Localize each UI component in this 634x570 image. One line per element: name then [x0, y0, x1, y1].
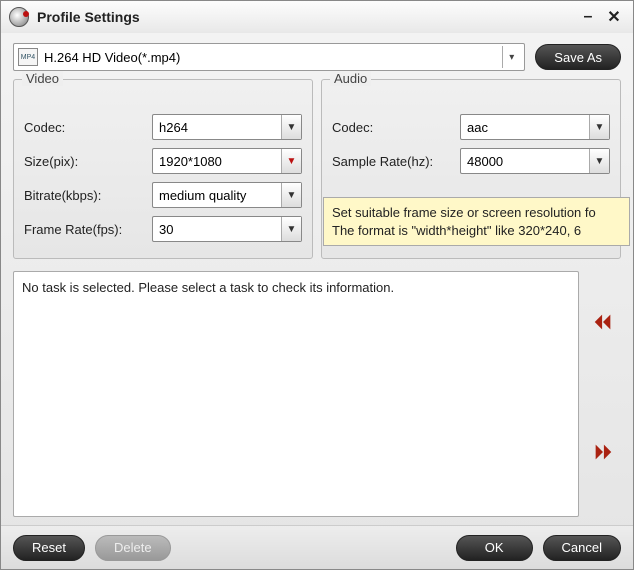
minimize-button[interactable]: – [577, 6, 599, 28]
audio-samplerate-label: Sample Rate(hz): [332, 154, 460, 169]
video-bitrate-label: Bitrate(kbps): [24, 188, 152, 203]
video-size-value: 1920*1080 [159, 154, 281, 169]
audio-codec-label: Codec: [332, 120, 460, 135]
next-button[interactable] [588, 437, 618, 467]
video-codec-select[interactable]: h264 ▼ [152, 114, 302, 140]
double-right-icon [592, 441, 614, 463]
chevron-down-icon: ▼ [589, 115, 609, 139]
audio-codec-select[interactable]: aac ▼ [460, 114, 610, 140]
chevron-down-icon: ▾ [502, 46, 520, 68]
audio-samplerate-value: 48000 [467, 154, 589, 169]
video-group-label: Video [22, 71, 63, 86]
footer: Reset Delete OK Cancel [1, 525, 633, 569]
chevron-down-icon: ▼ [281, 149, 301, 173]
video-codec-label: Codec: [24, 120, 152, 135]
video-framerate-select[interactable]: 30 ▼ [152, 216, 302, 242]
save-as-button[interactable]: Save As [535, 44, 621, 70]
task-info-message: No task is selected. Please select a tas… [22, 280, 394, 295]
audio-codec-value: aac [467, 120, 589, 135]
tooltip-line-2: The format is "width*height" like 320*24… [332, 222, 621, 240]
video-codec-value: h264 [159, 120, 281, 135]
audio-samplerate-select[interactable]: 48000 ▼ [460, 148, 610, 174]
close-button[interactable]: ✕ [603, 6, 625, 28]
video-bitrate-select[interactable]: medium quality ▼ [152, 182, 302, 208]
chevron-down-icon: ▼ [589, 149, 609, 173]
delete-button: Delete [95, 535, 171, 561]
profile-select-value: H.264 HD Video(*.mp4) [44, 50, 502, 65]
profile-select[interactable]: MP4 H.264 HD Video(*.mp4) ▾ [13, 43, 525, 71]
window-title: Profile Settings [37, 9, 140, 25]
previous-button[interactable] [588, 307, 618, 337]
size-tooltip: Set suitable frame size or screen resolu… [323, 197, 630, 246]
app-icon [9, 7, 29, 27]
tooltip-line-1: Set suitable frame size or screen resolu… [332, 204, 621, 222]
ok-button[interactable]: OK [456, 535, 533, 561]
video-framerate-label: Frame Rate(fps): [24, 222, 152, 237]
chevron-down-icon: ▼ [281, 217, 301, 241]
video-size-select[interactable]: 1920*1080 ▼ [152, 148, 302, 174]
double-left-icon [592, 311, 614, 333]
cancel-button[interactable]: Cancel [543, 535, 621, 561]
video-bitrate-value: medium quality [159, 188, 281, 203]
video-framerate-value: 30 [159, 222, 281, 237]
audio-group-label: Audio [330, 71, 371, 86]
chevron-down-icon: ▼ [281, 183, 301, 207]
reset-button[interactable]: Reset [13, 535, 85, 561]
task-info-box: No task is selected. Please select a tas… [13, 271, 579, 517]
profile-settings-window: Profile Settings – ✕ MP4 H.264 HD Video(… [0, 0, 634, 570]
video-size-label: Size(pix): [24, 154, 152, 169]
titlebar: Profile Settings – ✕ [1, 1, 633, 33]
video-group: Video Codec: h264 ▼ Size(pix): 1920*1080… [13, 79, 313, 259]
mp4-icon: MP4 [18, 48, 38, 66]
chevron-down-icon: ▼ [281, 115, 301, 139]
